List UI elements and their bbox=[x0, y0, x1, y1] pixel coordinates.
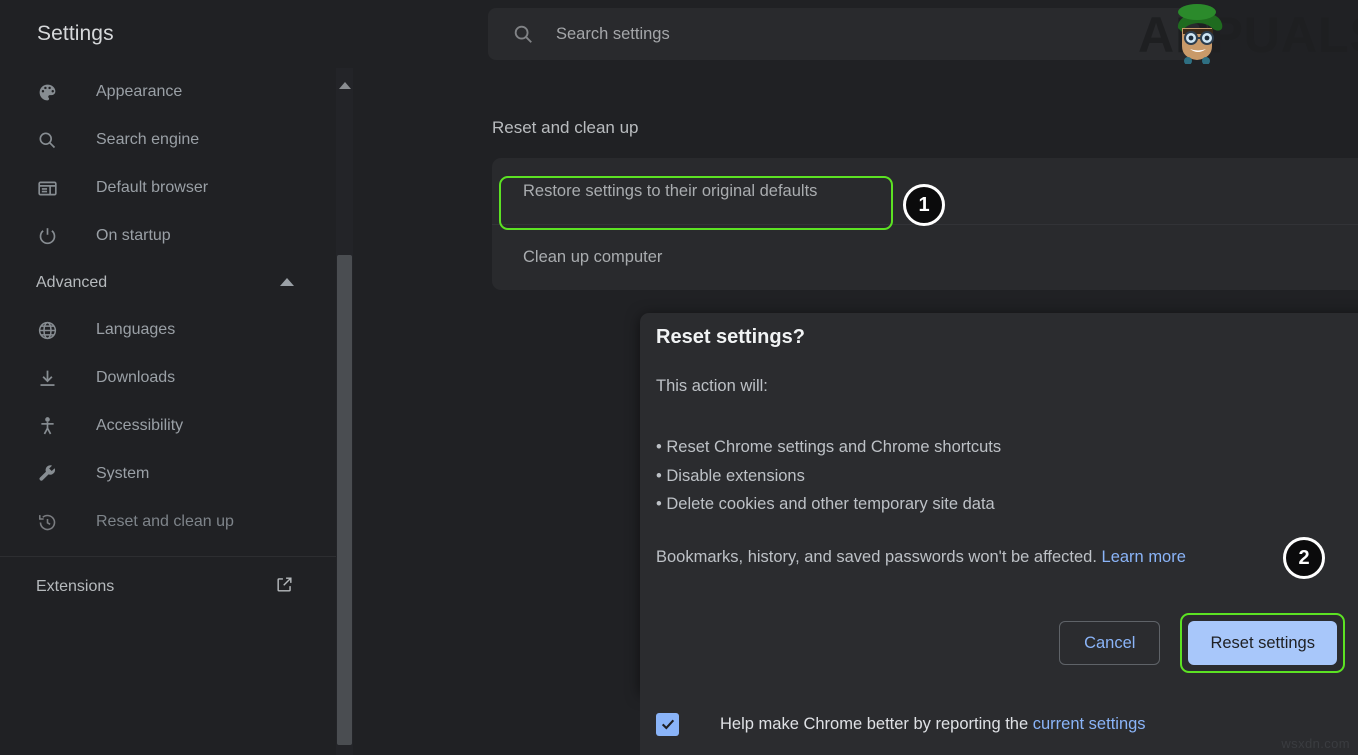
open-in-new-icon bbox=[275, 575, 294, 599]
sidebar-item-label: Default browser bbox=[96, 179, 208, 197]
site-watermark: wsxdn.com bbox=[1281, 736, 1350, 751]
report-settings-row: Help make Chrome better by reporting the… bbox=[640, 693, 1358, 755]
dialog-note-text: Bookmarks, history, and saved passwords … bbox=[656, 548, 1097, 566]
sidebar-item-default-browser[interactable]: Default browser bbox=[0, 164, 336, 212]
reset-settings-button[interactable]: Reset settings bbox=[1188, 621, 1337, 665]
search-icon bbox=[36, 129, 58, 151]
sidebar-item-label: Search engine bbox=[96, 131, 199, 149]
search-input[interactable] bbox=[556, 8, 1176, 60]
restore-settings-label: Restore settings to their original defau… bbox=[523, 182, 817, 201]
list-item: • Delete cookies and other temporary sit… bbox=[656, 490, 1001, 519]
sidebar-item-label: Appearance bbox=[96, 83, 182, 101]
top-bar: Settings APPUALS bbox=[0, 0, 1358, 68]
sidebar-item-extensions[interactable]: Extensions bbox=[0, 563, 336, 611]
search-icon bbox=[512, 23, 534, 45]
checkmark-icon bbox=[660, 716, 676, 732]
report-settings-text: Help make Chrome better by reporting the bbox=[720, 715, 1028, 733]
dialog-bullet-list: • Reset Chrome settings and Chrome short… bbox=[656, 433, 1001, 519]
sidebar-item-label: Accessibility bbox=[96, 417, 183, 435]
clean-up-computer-label: Clean up computer bbox=[523, 248, 662, 267]
search-bar[interactable] bbox=[488, 8, 1208, 60]
sidebar-scrollbar[interactable] bbox=[336, 68, 353, 755]
clean-up-computer-row[interactable]: Clean up computer bbox=[492, 224, 1358, 290]
dialog-actions: Cancel Reset settings bbox=[640, 613, 1358, 673]
dialog-title: Reset settings? bbox=[656, 326, 805, 349]
annotation-badge-1: 1 bbox=[903, 184, 945, 226]
sidebar-item-on-startup[interactable]: On startup bbox=[0, 212, 336, 260]
highlight-box-reset-settings-button: Reset settings bbox=[1180, 613, 1345, 673]
list-item: • Reset Chrome settings and Chrome short… bbox=[656, 433, 1001, 462]
accessibility-icon bbox=[36, 415, 58, 437]
sidebar-item-accessibility[interactable]: Accessibility bbox=[0, 402, 336, 450]
sidebar-item-appearance[interactable]: Appearance bbox=[0, 68, 336, 116]
sidebar[interactable]: Appearance Search engine Default bro bbox=[0, 68, 336, 755]
dialog-lead-text: This action will: bbox=[656, 377, 768, 396]
report-settings-label: Help make Chrome better by reporting the… bbox=[720, 715, 1146, 734]
sidebar-section-label: Advanced bbox=[36, 274, 107, 292]
browser-window-icon bbox=[36, 177, 58, 199]
power-icon bbox=[36, 225, 58, 247]
scroll-up-arrow-icon[interactable] bbox=[339, 82, 351, 89]
scrollbar-thumb[interactable] bbox=[337, 255, 352, 745]
learn-more-link[interactable]: Learn more bbox=[1102, 548, 1186, 566]
sidebar-divider bbox=[0, 556, 336, 557]
sidebar-item-label: System bbox=[96, 465, 149, 483]
globe-icon bbox=[36, 319, 58, 341]
reset-settings-dialog: Reset settings? This action will: • Rese… bbox=[640, 313, 1358, 693]
page-title: Settings bbox=[37, 22, 114, 46]
dialog-note: Bookmarks, history, and saved passwords … bbox=[656, 548, 1186, 567]
history-restore-icon bbox=[36, 511, 58, 533]
current-settings-link[interactable]: current settings bbox=[1033, 715, 1146, 733]
wrench-icon bbox=[36, 463, 58, 485]
sidebar-item-label: Extensions bbox=[36, 578, 114, 596]
annotation-badge-2: 2 bbox=[1283, 537, 1325, 579]
sidebar-item-system[interactable]: System bbox=[0, 450, 336, 498]
sidebar-item-label: Downloads bbox=[96, 369, 175, 387]
sidebar-item-label: Languages bbox=[96, 321, 175, 339]
sidebar-section-advanced[interactable]: Advanced bbox=[0, 260, 336, 306]
sidebar-item-label: On startup bbox=[96, 227, 171, 245]
list-item: • Disable extensions bbox=[656, 462, 1001, 491]
sidebar-item-label: Reset and clean up bbox=[96, 513, 234, 531]
report-settings-checkbox[interactable] bbox=[656, 713, 679, 736]
sidebar-item-reset-and-clean-up[interactable]: Reset and clean up bbox=[0, 498, 336, 546]
section-title: Reset and clean up bbox=[492, 118, 639, 138]
download-icon bbox=[36, 367, 58, 389]
cancel-button[interactable]: Cancel bbox=[1059, 621, 1160, 665]
settings-window: Settings APPUALS bbox=[0, 0, 1358, 755]
sidebar-item-downloads[interactable]: Downloads bbox=[0, 354, 336, 402]
palette-icon bbox=[36, 81, 58, 103]
sidebar-item-search-engine[interactable]: Search engine bbox=[0, 116, 336, 164]
sidebar-item-languages[interactable]: Languages bbox=[0, 306, 336, 354]
chevron-up-icon bbox=[280, 274, 294, 292]
